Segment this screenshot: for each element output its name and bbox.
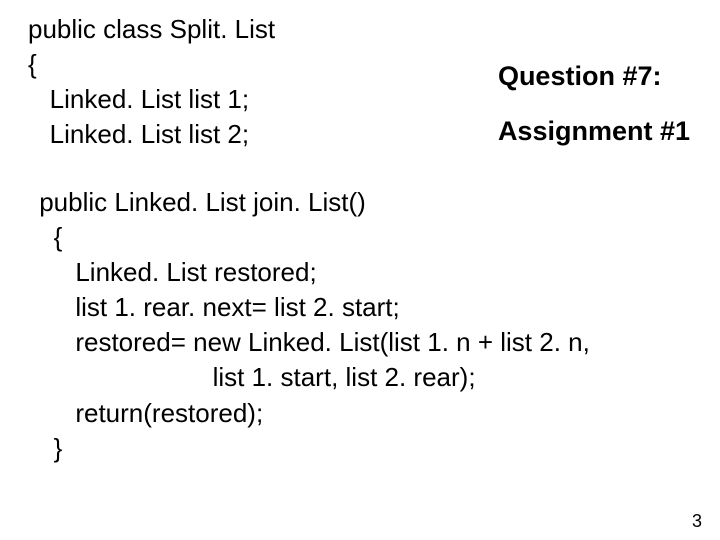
header-right: Question #7: Assignment #1 (498, 52, 690, 155)
code-line: public Linked. List join. List() (32, 185, 590, 220)
code-line: } (32, 431, 590, 466)
code-line: return(restored); (32, 396, 590, 431)
method-block: public Linked. List join. List() { Linke… (32, 185, 590, 466)
code-line: Linked. List list 1; (28, 82, 275, 117)
code-line: { (28, 47, 275, 82)
class-declaration-block: public class Split. List { Linked. List … (28, 12, 275, 152)
code-line: restored= new Linked. List(list 1. n + l… (32, 325, 590, 360)
code-line: Linked. List list 2; (28, 117, 275, 152)
page-number: 3 (692, 511, 702, 532)
code-line: list 1. rear. next= list 2. start; (32, 290, 590, 325)
slide: Question #7: Assignment #1 public class … (0, 0, 720, 540)
code-line: list 1. start, list 2. rear); (32, 360, 590, 395)
assignment-label: Assignment #1 (498, 107, 690, 156)
code-line: { (32, 220, 590, 255)
code-line: public class Split. List (28, 12, 275, 47)
question-label: Question #7: (498, 52, 690, 101)
code-line: Linked. List restored; (32, 255, 590, 290)
